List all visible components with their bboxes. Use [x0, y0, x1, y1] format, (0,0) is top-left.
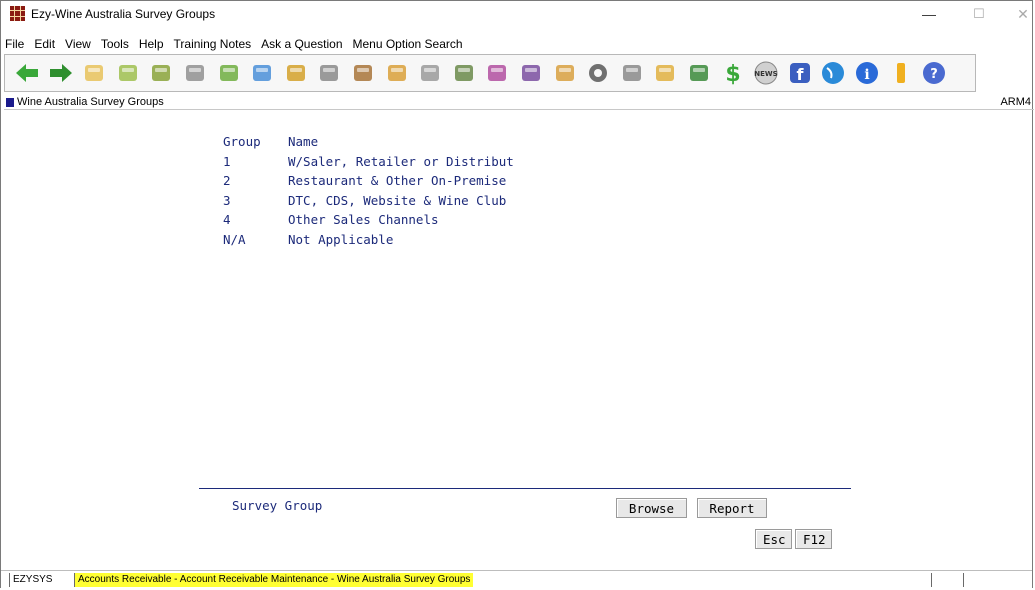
menu-tools[interactable]: Tools: [96, 35, 134, 53]
back-arrow-icon[interactable]: [13, 59, 41, 87]
vine-leaf-icon[interactable]: [685, 59, 713, 87]
dollar-icon[interactable]: $: [719, 59, 747, 87]
cube-icon[interactable]: [651, 59, 679, 87]
help-icon[interactable]: ?: [920, 59, 948, 87]
app-logo-icon: [10, 6, 25, 21]
gear-icon[interactable]: [584, 59, 612, 87]
report-button[interactable]: Report: [697, 498, 767, 518]
group-name: Other Sales Channels: [288, 212, 439, 228]
people-icon[interactable]: [282, 59, 310, 87]
screen-header: Wine Australia Survey Groups ARM4: [4, 96, 1034, 110]
footer-divider: [199, 488, 851, 489]
briefcase-icon[interactable]: [551, 59, 579, 87]
menu-ask-a-question[interactable]: Ask a Question: [256, 35, 347, 53]
forward-arrow-icon[interactable]: [47, 59, 75, 87]
wrench-icon[interactable]: [315, 59, 343, 87]
screen-code: ARM4: [1000, 96, 1031, 108]
window-title: Ezy-Wine Australia Survey Groups: [31, 7, 216, 21]
info-icon[interactable]: i: [853, 59, 881, 87]
svg-text:NEWS: NEWS: [754, 70, 777, 78]
monitor-icon[interactable]: [248, 59, 276, 87]
header-marker-icon: [6, 98, 14, 107]
svg-text:$: $: [725, 62, 740, 87]
close-button[interactable]: ✕: [1001, 3, 1035, 25]
tap-icon[interactable]: [416, 59, 444, 87]
group-code: N/A: [223, 231, 246, 247]
menu-help[interactable]: Help: [134, 35, 169, 53]
grapes-icon[interactable]: [517, 59, 545, 87]
news-icon[interactable]: NEWS: [752, 59, 780, 87]
money-hand-icon[interactable]: [147, 59, 175, 87]
toolbar: $ NEWS f i?: [4, 54, 976, 92]
cash-icon[interactable]: [215, 59, 243, 87]
svg-text:f: f: [796, 65, 804, 84]
status-bar: EZYSYS Accounts Receivable - Account Rec…: [1, 570, 1032, 589]
status-user: EZYSYS: [9, 573, 69, 587]
printer-icon[interactable]: [181, 59, 209, 87]
facebook-icon[interactable]: f: [786, 59, 814, 87]
document-icon[interactable]: [114, 59, 142, 87]
group-code: 3: [223, 192, 231, 208]
group-name: DTC, CDS, Website & Wine Club: [288, 192, 507, 208]
esc-button[interactable]: Esc: [755, 529, 792, 549]
title-bar: Ezy-Wine Australia Survey Groups — ☐ ✕: [1, 1, 1032, 27]
box-icon[interactable]: [383, 59, 411, 87]
status-menu-path: Accounts Receivable - Account Receivable…: [74, 573, 474, 587]
group-code: 1: [223, 153, 231, 169]
group-name: W/Saler, Retailer or Distribut: [288, 153, 514, 169]
maximize-button[interactable]: ☐: [957, 3, 1001, 25]
bookmark-icon[interactable]: [887, 59, 915, 87]
column-header-group: Group: [223, 134, 261, 149]
f12-button[interactable]: F12: [795, 529, 832, 549]
menu-edit[interactable]: Edit: [29, 35, 60, 53]
group-name: Not Applicable: [288, 231, 394, 247]
globe-icon[interactable]: [819, 59, 847, 87]
menu-training-notes[interactable]: Training Notes: [169, 35, 257, 53]
menu-view[interactable]: View: [60, 35, 96, 53]
column-header-name: Name: [288, 134, 319, 149]
group-code: 4: [223, 212, 231, 228]
tractor-icon[interactable]: [450, 59, 478, 87]
group-code: 2: [223, 173, 231, 189]
browse-button[interactable]: Browse: [616, 498, 687, 518]
group-name: Restaurant & Other On-Premise: [288, 173, 507, 189]
wine-glass-icon[interactable]: [483, 59, 511, 87]
svg-text:i: i: [864, 67, 869, 83]
menu-bar: File Edit View Tools Help Training Notes…: [1, 35, 1032, 53]
screen-title: Wine Australia Survey Groups: [17, 96, 164, 108]
stop-icon[interactable]: [618, 59, 646, 87]
app-window: Ezy-Wine Australia Survey Groups — ☐ ✕ F…: [0, 0, 1034, 589]
survey-group-field-label: Survey Group: [232, 498, 323, 513]
menu-option-search[interactable]: Menu Option Search: [348, 35, 468, 53]
folder-icon[interactable]: [80, 59, 108, 87]
svg-text:?: ?: [930, 67, 938, 82]
status-panel: [963, 573, 1035, 587]
menu-file[interactable]: File: [1, 35, 29, 53]
status-panel: [931, 573, 964, 587]
minimize-button[interactable]: —: [907, 3, 951, 25]
barrel-icon[interactable]: [349, 59, 377, 87]
